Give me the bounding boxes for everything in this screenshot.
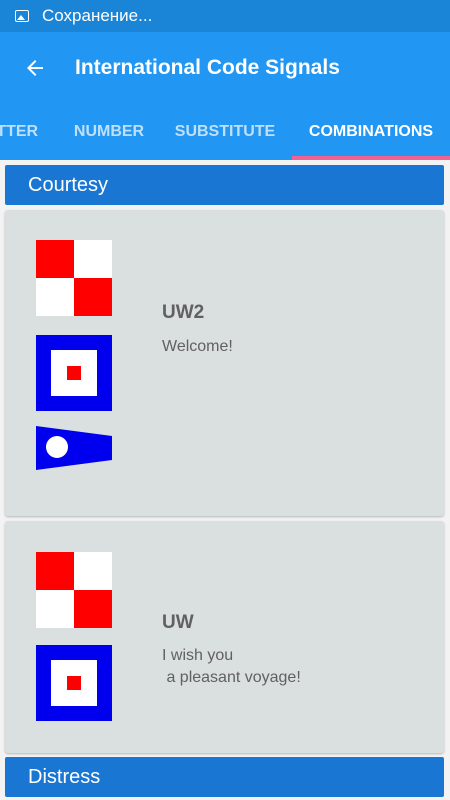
signal-meaning: I wish you a pleasant voyage! <box>162 647 301 686</box>
tab-substitute[interactable]: SUBSTITUTE <box>165 104 285 160</box>
flag-w-icon <box>36 645 112 721</box>
flag-w-icon <box>36 335 112 411</box>
tab-combinations[interactable]: COMBINATIONS <box>292 104 450 160</box>
signal-card-uw2[interactable]: UW2 Welcome! <box>5 210 444 516</box>
page-title: International Code Signals <box>75 56 340 79</box>
tab-letter[interactable]: LETTER <box>0 104 47 160</box>
image-icon <box>15 10 29 22</box>
status-text: Сохранение... <box>42 6 153 25</box>
signal-code: UW <box>162 612 194 633</box>
pennant-2-icon <box>36 426 112 470</box>
signal-meaning: Welcome! <box>162 338 233 355</box>
section-header-courtesy: Courtesy <box>5 165 444 205</box>
tab-bar: LETTER NUMBER SUBSTITUTE COMBINATIONS <box>0 104 450 160</box>
back-button[interactable] <box>22 55 48 81</box>
flag-u-icon <box>36 552 112 628</box>
signal-list[interactable]: Courtesy UW2 Welcome! UW I wish you a pl… <box>0 160 450 800</box>
status-bar: Сохранение... <box>0 0 450 32</box>
tab-number[interactable]: NUMBER <box>64 104 154 160</box>
signal-code: UW2 <box>162 302 205 323</box>
app-bar: International Code Signals <box>0 32 450 104</box>
arrow-back-icon <box>27 60 43 76</box>
section-header-distress: Distress <box>5 757 444 797</box>
flag-u-icon <box>36 240 112 316</box>
signal-card-uw[interactable]: UW I wish you a pleasant voyage! <box>5 521 444 753</box>
